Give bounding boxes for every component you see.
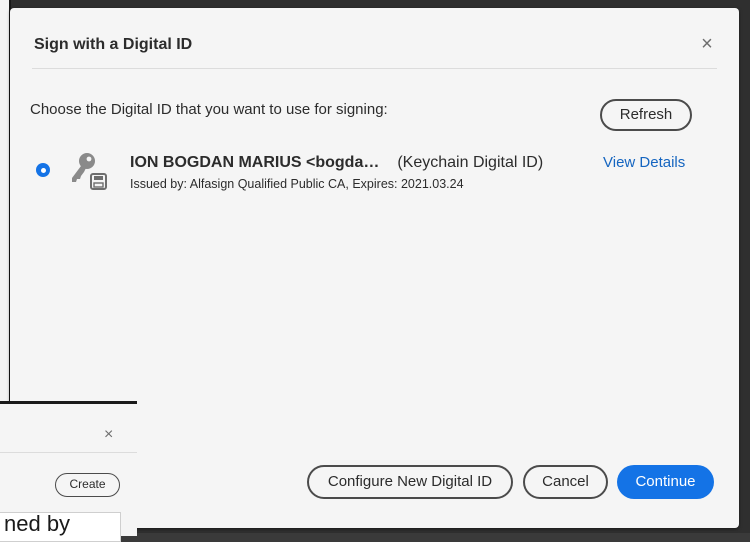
title-divider <box>32 68 717 69</box>
key-card-icon <box>72 153 107 190</box>
digital-id-issuer: Issued by: Alfasign Qualified Public CA,… <box>130 177 464 191</box>
choose-id-prompt: Choose the Digital ID that you want to u… <box>30 101 388 118</box>
digital-id-name: ION BOGDAN MARIUS <bogda… <box>130 154 380 171</box>
text-field[interactable]: ned by <box>0 512 121 542</box>
dialog-title: Sign with a Digital ID <box>34 36 193 53</box>
close-icon[interactable]: × <box>698 34 716 54</box>
configure-new-digital-id-button[interactable]: Configure New Digital ID <box>307 465 513 499</box>
background-dialog: × Create ned by <box>0 401 137 542</box>
digital-id-type: (Keychain Digital ID) <box>397 154 544 171</box>
text-field-value: ned by <box>4 512 71 536</box>
digital-id-radio[interactable] <box>36 163 50 177</box>
digital-id-entry[interactable]: ION BOGDAN MARIUS <bogda… (Keychain Digit… <box>130 154 543 172</box>
view-details-link[interactable]: View Details <box>603 154 685 171</box>
cancel-button[interactable]: Cancel <box>523 465 608 499</box>
close-icon[interactable]: × <box>104 426 113 444</box>
divider <box>0 452 137 453</box>
create-button[interactable]: Create <box>55 473 120 497</box>
continue-button[interactable]: Continue <box>617 465 714 499</box>
refresh-button[interactable]: Refresh <box>600 99 692 131</box>
